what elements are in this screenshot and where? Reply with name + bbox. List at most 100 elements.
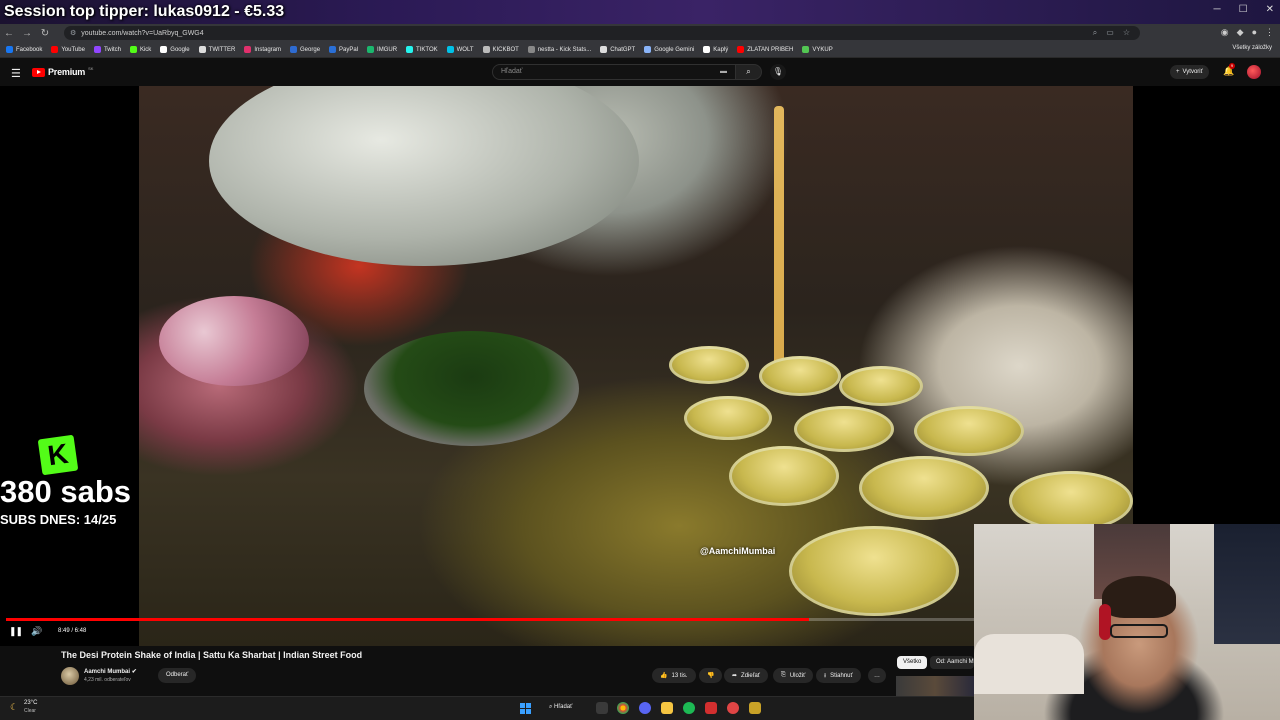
file-explorer-icon[interactable] <box>661 702 673 714</box>
maximize-icon[interactable]: ☐ <box>1239 4 1248 15</box>
bookmark-label: ZLATAN PRIBEH <box>747 46 794 53</box>
download-button[interactable]: ⭳ Stiahnuť <box>816 668 861 683</box>
bookmark-item[interactable]: Kaplý <box>703 46 728 53</box>
video-progress-bar[interactable] <box>6 618 974 621</box>
bookmark-item[interactable]: ChatGPT <box>600 46 635 53</box>
bookmark-item[interactable]: Instagram <box>244 46 281 53</box>
bookmark-item[interactable]: VYKUP <box>802 46 833 53</box>
chip-all[interactable]: Všetko <box>897 656 928 669</box>
bookmark-item[interactable]: ZLATAN PRIBEH <box>737 46 793 53</box>
bookmark-favicon-icon <box>198 46 206 53</box>
youtube-premium-logo[interactable]: Premium SK <box>32 66 93 77</box>
channel-avatar[interactable] <box>61 667 79 685</box>
bookmark-item[interactable]: Google Gemini <box>644 46 694 53</box>
bookmark-item[interactable]: TWITTER <box>198 46 235 53</box>
bookmark-favicon-icon <box>482 46 490 53</box>
profile-icon[interactable]: ● <box>1252 27 1257 38</box>
bookmark-star-icon[interactable]: ☆ <box>1123 28 1130 38</box>
obs-app-icon[interactable] <box>705 702 717 714</box>
video-scene-onions <box>159 296 309 386</box>
weather-temperature[interactable]: 23°C <box>24 700 37 706</box>
thumbs-up-icon: 👍 <box>660 673 668 679</box>
cast-icon[interactable]: ▭ <box>1106 28 1114 38</box>
search-icon: ⌕ <box>549 704 553 710</box>
search-page-icon[interactable]: ⌕ <box>1093 28 1097 38</box>
youtube-header: ☰ Premium SK Hľadať ▬ ⌕ 🎙 + Vytvoriť 🔔 9 <box>0 58 1280 86</box>
extension-icon[interactable]: ◆ <box>1237 27 1244 38</box>
back-icon[interactable]: ← <box>0 28 18 39</box>
create-button[interactable]: + Vytvoriť <box>1170 65 1209 79</box>
save-button[interactable]: ⎘ Uložiť <box>773 668 814 683</box>
bookmark-label: YouTube <box>61 46 85 53</box>
app-icon[interactable] <box>727 702 739 714</box>
dislike-button[interactable]: 👎 <box>699 668 723 683</box>
bookmark-favicon-icon <box>6 46 13 53</box>
screen: Session top tipper: lukas0912 - €5.33 ─ … <box>0 0 1280 720</box>
video-scene-cup <box>669 346 749 384</box>
bookmark-favicon-icon <box>600 46 608 53</box>
chip-from-channel[interactable]: Od: Aamchi M <box>930 656 974 669</box>
webcam-glasses <box>1110 624 1168 638</box>
menu-hamburger-icon[interactable]: ☰ <box>11 67 21 80</box>
bookmark-item[interactable]: YouTube <box>51 46 85 53</box>
video-scene-cup <box>684 396 772 440</box>
app-icon[interactable] <box>749 702 761 714</box>
weather-icon[interactable]: ☾ <box>10 702 18 713</box>
more-actions-button[interactable]: … <box>868 668 886 683</box>
bookmark-item[interactable]: nestta - Kick Stats... <box>527 46 591 53</box>
minimize-icon[interactable]: ─ <box>1214 4 1221 15</box>
spotify-app-icon[interactable] <box>683 702 695 714</box>
bookmarks-bar: Facebook YouTube Twitch Kick Google TWITTER In… <box>0 42 1280 58</box>
address-bar[interactable]: ⚙ youtube.com/watch?v=UaRbyq_GWG4 ⌕ ▭ ☆ <box>64 26 1140 40</box>
voice-search-button[interactable]: 🎙 <box>770 64 786 80</box>
logo-text: Premium <box>48 67 86 77</box>
extension-icon[interactable]: ◉ <box>1221 27 1229 38</box>
bookmark-favicon-icon <box>527 46 535 53</box>
bookmark-favicon-icon <box>329 46 337 53</box>
keyboard-icon[interactable]: ▬ <box>720 68 727 75</box>
start-tile <box>520 703 525 708</box>
search-input[interactable]: Hľadať <box>492 64 736 80</box>
bookmark-item[interactable]: IMGUR <box>367 46 397 53</box>
account-avatar[interactable] <box>1247 65 1261 79</box>
volume-icon[interactable]: 🔊 <box>31 626 42 637</box>
download-label: Stiahnuť <box>830 672 853 679</box>
save-icon: ⎘ <box>781 672 786 678</box>
search-button[interactable]: ⌕ <box>736 64 762 80</box>
bookmark-item[interactable]: Twitch <box>93 46 121 53</box>
subscribe-button[interactable]: Odberať <box>158 668 197 683</box>
video-progress-fill <box>6 618 810 621</box>
kick-logo: K <box>37 434 79 476</box>
site-info-icon[interactable]: ⚙ <box>70 29 76 37</box>
bookmark-item[interactable]: Google <box>160 46 190 53</box>
bookmark-label: Google Gemini <box>654 46 695 53</box>
reload-icon[interactable]: ↻ <box>36 28 54 39</box>
share-button[interactable]: ➦ Zdieľať <box>724 668 769 683</box>
video-scene-bowl <box>209 86 639 266</box>
bookmark-item[interactable]: Facebook <box>6 46 42 53</box>
bookmark-item[interactable]: George <box>290 46 320 53</box>
bookmark-favicon-icon <box>290 46 298 53</box>
pause-icon[interactable]: ❚❚ <box>9 626 23 637</box>
forward-icon[interactable]: → <box>18 28 36 39</box>
bookmark-item[interactable]: WOLT <box>446 46 474 53</box>
like-button[interactable]: 👍 13 tis. <box>652 668 696 683</box>
discord-app-icon[interactable] <box>639 702 651 714</box>
bookmark-item[interactable]: Kick <box>129 46 151 53</box>
webcam-headset <box>1099 604 1111 640</box>
windows-start-button[interactable] <box>520 703 531 714</box>
menu-kebab-icon[interactable]: ⋮ <box>1265 27 1274 38</box>
search-icon: ⌕ <box>746 67 751 76</box>
bookmark-item[interactable]: PayPal <box>329 46 358 53</box>
recommended-thumbnail[interactable] <box>896 676 974 696</box>
task-view-icon[interactable] <box>596 702 608 714</box>
webcam-sofa-bg <box>974 634 1084 694</box>
bookmark-item[interactable]: KICKBOT <box>482 46 519 53</box>
all-bookmarks-button[interactable]: Všetky záložky <box>1232 45 1272 51</box>
channel-name[interactable]: Aamchi Mumbai ✔ <box>84 668 137 675</box>
close-icon[interactable]: ✕ <box>1266 4 1274 15</box>
bookmark-item[interactable]: TIKTOK <box>406 46 438 53</box>
taskbar-search[interactable]: ⌕ Hľadať <box>549 704 572 711</box>
chrome-app-icon[interactable] <box>617 702 629 714</box>
bookmark-label: Twitch <box>103 46 121 53</box>
